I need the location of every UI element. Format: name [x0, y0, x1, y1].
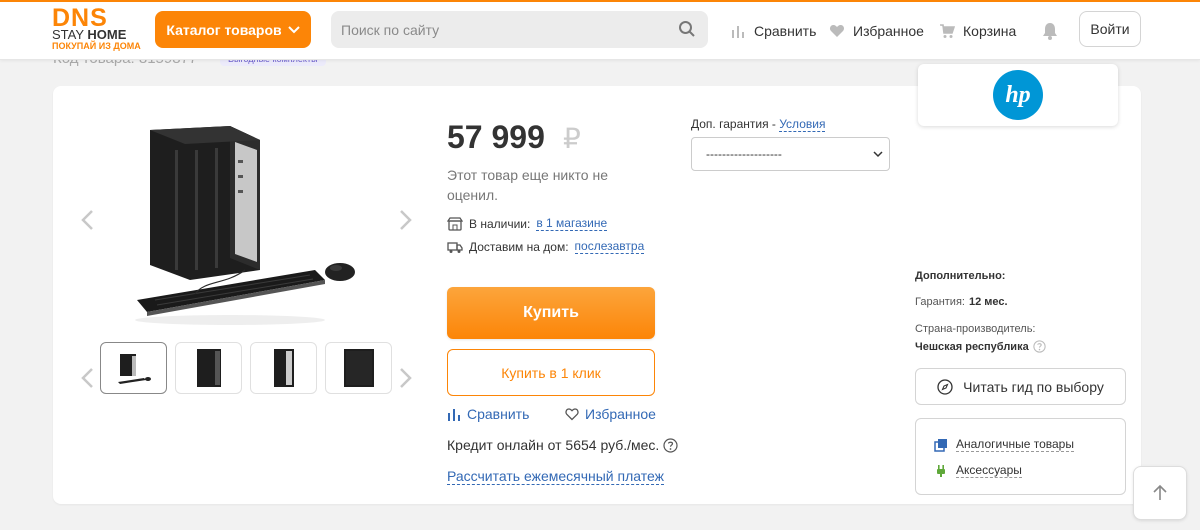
header-favorites-link[interactable]: Избранное — [829, 23, 924, 39]
compare-link[interactable]: Сравнить — [447, 406, 529, 422]
similar-items-icon — [934, 438, 947, 452]
country-value: Чешская республика — [915, 340, 1046, 353]
delivery-row: Доставим на дом: послезавтра — [447, 239, 645, 254]
warranty-info: Гарантия: 12 мес. — [915, 296, 1008, 308]
thumbs-prev-arrow-icon[interactable] — [80, 367, 94, 389]
country-label: Страна-производитель: — [915, 323, 1036, 335]
cart-icon — [940, 24, 955, 38]
catalog-button[interactable]: Каталог товаров — [155, 11, 311, 48]
hp-logo: hp — [993, 70, 1043, 120]
question-circle-icon[interactable] — [1033, 340, 1046, 353]
bell-icon[interactable] — [1042, 22, 1058, 40]
logo-stay-home: STAY HOME — [52, 27, 127, 42]
header-accent-line — [0, 0, 1200, 2]
arrow-up-icon — [1153, 484, 1167, 500]
site-header: DNS STAY HOME ПОКУПАЙ ИЗ ДОМА Каталог то… — [0, 0, 1200, 60]
login-button[interactable]: Войти — [1079, 11, 1141, 47]
header-cart-link[interactable]: Корзина — [939, 23, 1016, 39]
price-currency: ₽ — [563, 123, 581, 154]
similar-products-link[interactable]: Аналогичные товары — [934, 437, 1074, 452]
plug-icon — [937, 464, 945, 477]
logo-subtitle: ПОКУПАЙ ИЗ ДОМА — [52, 41, 141, 51]
warranty-label: Доп. гарантия - Условия — [691, 117, 826, 132]
thumbnail-1[interactable] — [100, 342, 167, 394]
extra-info-title: Дополнительно: — [915, 270, 1006, 282]
calc-payment-link[interactable]: Рассчитать ежемесячный платеж — [447, 468, 664, 485]
header-compare-link[interactable]: Сравнить — [730, 23, 816, 39]
credit-info: Кредит онлайн от 5654 руб./мес. — [447, 437, 678, 453]
availability-link[interactable]: в 1 магазине — [536, 216, 608, 231]
thumbs-next-arrow-icon[interactable] — [399, 367, 413, 389]
chevron-down-icon — [873, 151, 883, 158]
question-circle-icon[interactable] — [663, 437, 678, 453]
chevron-down-icon — [287, 25, 300, 33]
search-icon[interactable] — [678, 20, 696, 38]
gallery-thumbnails — [100, 342, 392, 394]
rating-text: Этот товар еще никто не оценил. — [447, 167, 608, 203]
gallery-prev-arrow-icon[interactable] — [80, 209, 94, 231]
heart-icon — [829, 25, 845, 37]
dns-logo[interactable]: DNS STAY HOME ПОКУПАЙ ИЗ ДОМА — [52, 6, 142, 52]
buy-one-click-button[interactable]: Купить в 1 клик — [447, 349, 655, 396]
warranty-select[interactable]: ------------------- — [691, 137, 890, 171]
heart-outline-icon — [565, 408, 579, 421]
related-links-box: Аналогичные товары Аксессуары — [915, 418, 1126, 495]
svg-text:hp: hp — [1005, 82, 1030, 108]
store-icon — [447, 216, 463, 231]
thumbnail-2[interactable] — [175, 342, 242, 394]
scroll-to-top-button[interactable] — [1133, 466, 1187, 520]
compare-icon — [448, 409, 460, 421]
gallery-next-arrow-icon[interactable] — [399, 209, 413, 231]
compare-icon — [732, 26, 744, 38]
read-guide-button[interactable]: Читать гид по выбору — [915, 368, 1126, 405]
compass-icon — [937, 378, 953, 395]
warranty-terms-link[interactable]: Условия — [779, 117, 826, 132]
truck-icon — [447, 241, 463, 253]
accessories-link[interactable]: Аксессуары — [934, 463, 1022, 478]
product-main-image[interactable] — [135, 120, 360, 330]
favorites-link[interactable]: Избранное — [565, 406, 656, 422]
thumbnail-3[interactable] — [250, 342, 317, 394]
delivery-link[interactable]: послезавтра — [574, 239, 645, 254]
buy-button[interactable]: Купить — [447, 287, 655, 339]
product-price: 57 999 — [447, 119, 545, 155]
brand-logo-box[interactable]: hp — [918, 64, 1118, 126]
thumbnail-4[interactable] — [325, 342, 392, 394]
search-input[interactable] — [331, 11, 708, 48]
availability-row: В наличии: в 1 магазине — [447, 216, 608, 231]
